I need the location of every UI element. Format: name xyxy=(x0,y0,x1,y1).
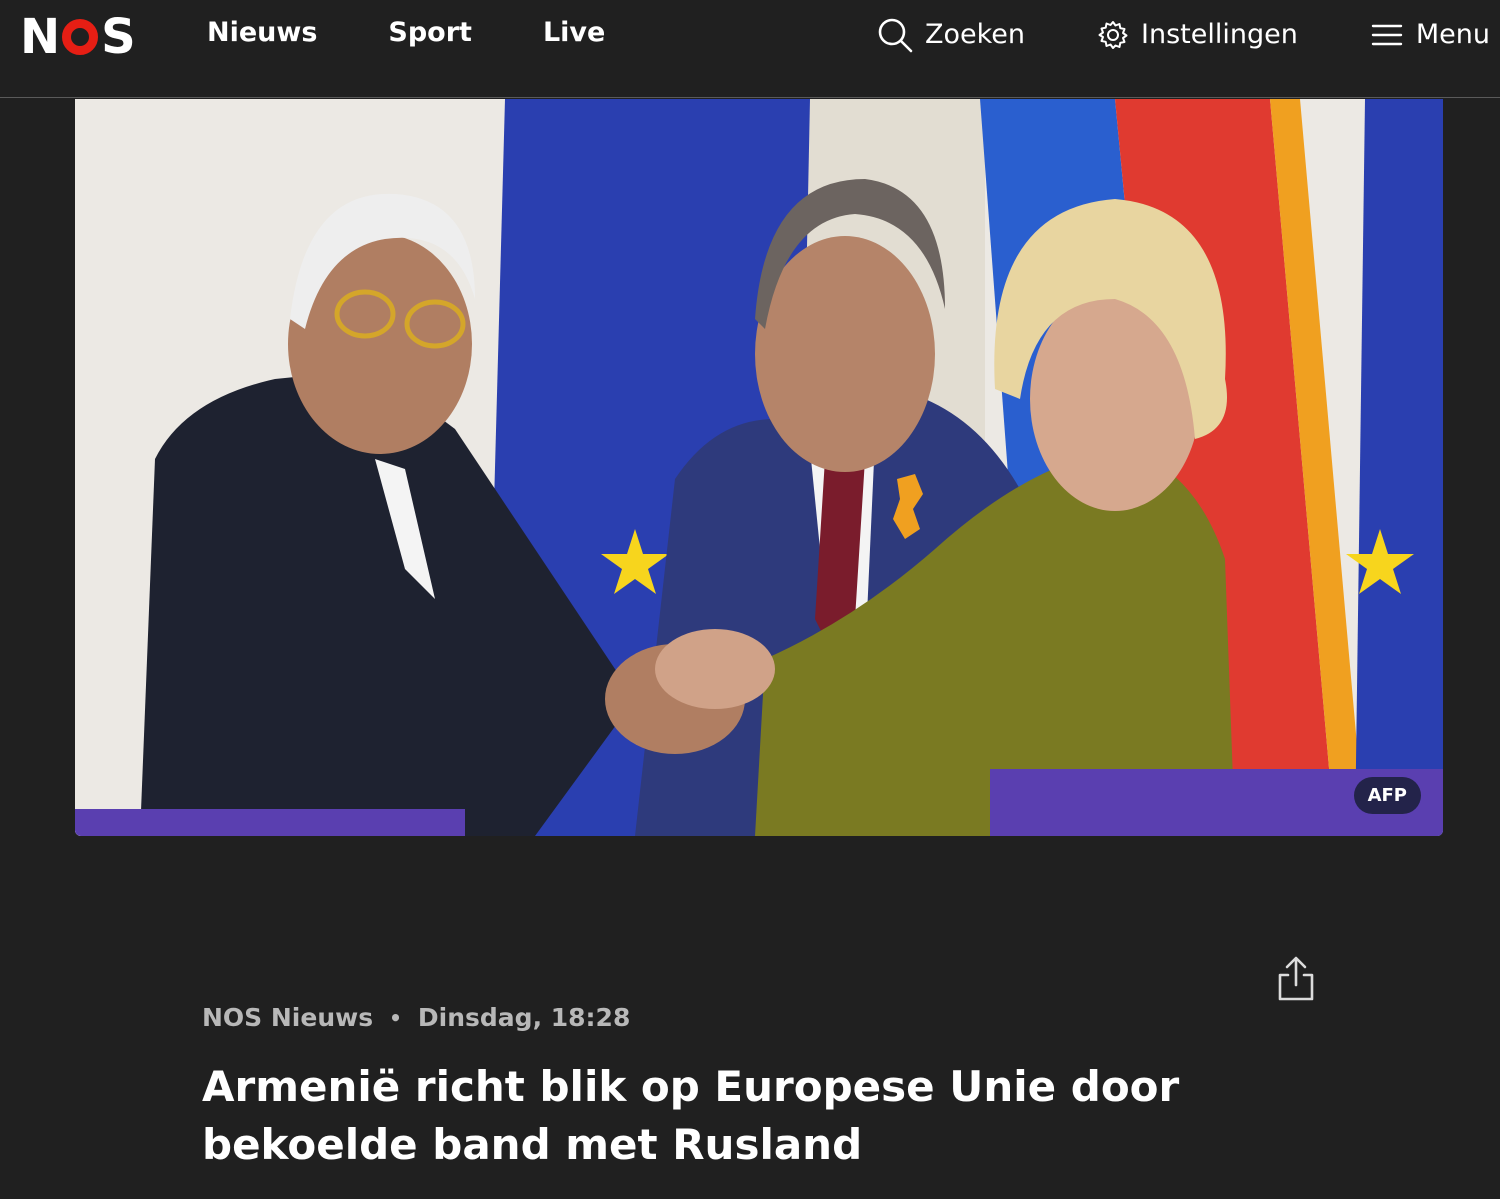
search-icon xyxy=(878,18,913,53)
settings-button[interactable]: Instellingen xyxy=(1097,14,1298,56)
share-button[interactable] xyxy=(1274,955,1318,1003)
settings-label: Instellingen xyxy=(1141,19,1298,50)
search-label: Zoeken xyxy=(925,19,1026,50)
photo-illustration xyxy=(75,99,1443,836)
podium-left xyxy=(75,809,465,836)
nav-item-live[interactable]: Live xyxy=(543,14,605,52)
hero-photo: AFP xyxy=(75,99,1443,836)
article-source[interactable]: NOS Nieuws xyxy=(202,1003,373,1032)
logo-letter-n: N xyxy=(20,9,60,65)
photo-credit-badge: AFP xyxy=(1353,777,1421,814)
share-icon xyxy=(1278,956,1314,1001)
eu-flag-right xyxy=(1355,99,1443,836)
gear-icon xyxy=(1098,21,1128,49)
menu-label: Menu xyxy=(1415,19,1490,50)
nos-logo[interactable]: NS xyxy=(20,9,136,65)
menu-button[interactable]: Menu xyxy=(1370,14,1490,56)
logo-letter-s: S xyxy=(101,9,136,65)
hamburger-icon xyxy=(1371,24,1403,46)
main-nav: Nieuws Sport Live xyxy=(207,14,676,52)
site-header: NS Nieuws Sport Live Zoeken Instellingen xyxy=(0,0,1500,98)
article-meta: NOS Nieuws • Dinsdag, 18:28 xyxy=(202,1003,630,1032)
meta-separator: • xyxy=(389,1005,402,1030)
person-middle-face xyxy=(755,236,935,472)
header-tools: Zoeken Instellingen Menu xyxy=(805,14,1490,56)
joined-hands xyxy=(655,629,775,709)
nav-item-sport[interactable]: Sport xyxy=(388,14,472,52)
search-button[interactable]: Zoeken xyxy=(877,14,1025,56)
logo-letter-o xyxy=(62,19,99,55)
article-timestamp: Dinsdag, 18:28 xyxy=(417,1003,631,1032)
nav-item-nieuws[interactable]: Nieuws xyxy=(207,14,317,52)
article-headline: Armenië richt blik op Europese Unie door… xyxy=(202,1062,1180,1169)
